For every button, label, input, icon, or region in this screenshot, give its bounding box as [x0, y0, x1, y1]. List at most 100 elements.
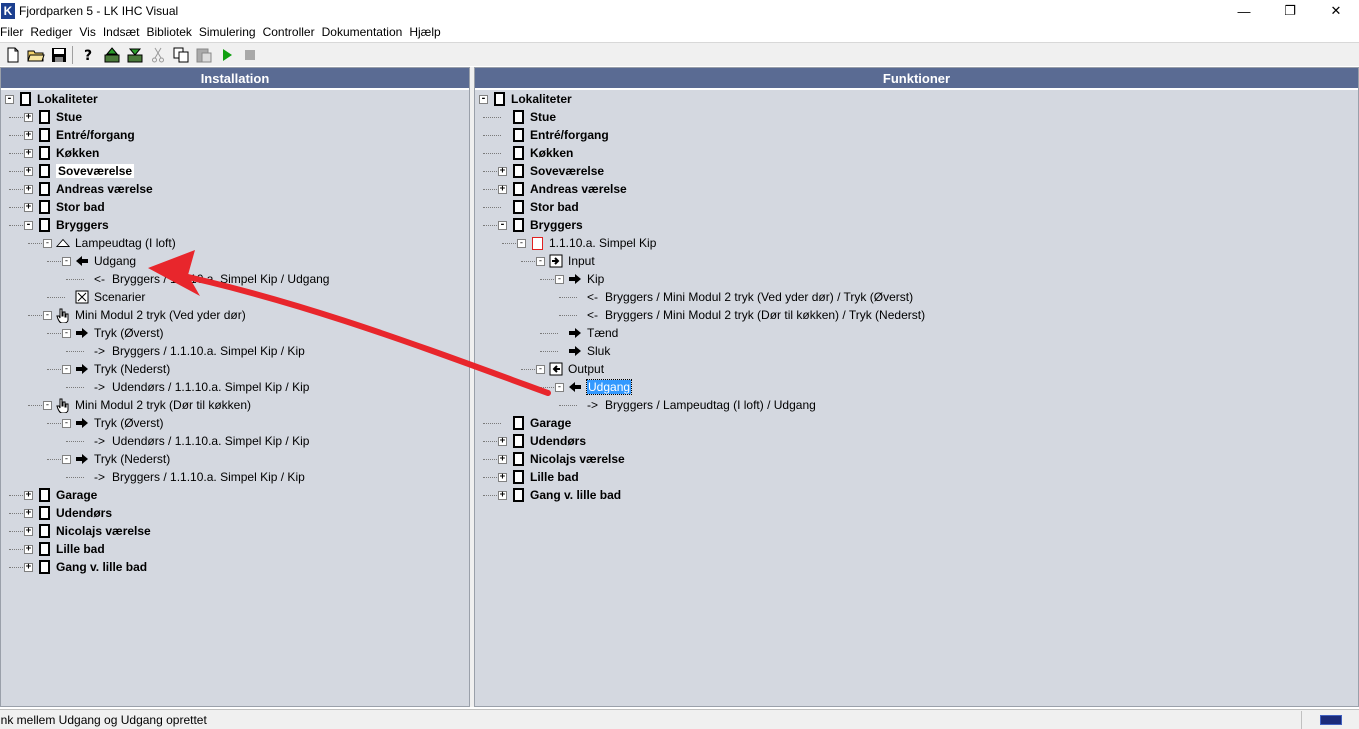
maximize-button[interactable]: ❐	[1267, 0, 1313, 22]
right_panel-tree-node-input[interactable]: - Input	[536, 252, 595, 270]
expand-icon[interactable]: +	[498, 184, 507, 194]
left_panel-tree-node-udend-rs[interactable]: + Udendørs	[24, 504, 112, 522]
collapse-icon[interactable]: -	[5, 94, 14, 104]
collapse-icon[interactable]: -	[62, 256, 71, 266]
collapse-icon[interactable]: -	[555, 274, 564, 284]
left_panel-tree-node-lille-bad[interactable]: + Lille bad	[24, 540, 105, 558]
open-folder-icon[interactable]	[26, 45, 46, 65]
expand-icon[interactable]: +	[24, 526, 33, 536]
menu-filer[interactable]: Filer	[0, 25, 30, 39]
left_panel-tree-node-gang-v-lille-bad[interactable]: + Gang v. lille bad	[24, 558, 147, 576]
collapse-icon[interactable]: -	[43, 238, 52, 248]
right_panel-tree-node-t-nd[interactable]: Tænd	[555, 324, 618, 342]
download-icon[interactable]	[125, 45, 145, 65]
right_panel-tree-node-kip[interactable]: - Kip	[555, 270, 604, 288]
left_panel-tree-node-stor-bad[interactable]: + Stor bad	[24, 198, 105, 216]
left_panel-tree-node-tryk-nederst[interactable]: - Tryk (Nederst)	[62, 450, 170, 468]
help-icon[interactable]: ?	[79, 45, 99, 65]
expand-icon[interactable]: +	[24, 202, 33, 212]
right_panel-tree-node-entr-forgang[interactable]: Entré/forgang	[498, 126, 609, 144]
menu-hjaelp[interactable]: Hjælp	[409, 25, 447, 39]
right_panel-tree-node-bryggers[interactable]: - Bryggers	[498, 216, 583, 234]
expand-icon[interactable]: +	[498, 472, 507, 482]
right_panel-tree-node-nicolajs-v-relse[interactable]: + Nicolajs værelse	[498, 450, 625, 468]
collapse-icon[interactable]: -	[43, 400, 52, 410]
copy-icon[interactable]	[171, 45, 191, 65]
expand-icon[interactable]: +	[24, 508, 33, 518]
left_panel-tree-node-udgang[interactable]: - Udgang	[62, 252, 136, 270]
left_panel-tree-node-bryggers-1-1-10-a-simpel-kip-kip[interactable]: -> Bryggers / 1.1.10.a. Simpel Kip / Kip	[81, 342, 305, 360]
menu-bibliotek[interactable]: Bibliotek	[147, 25, 199, 39]
right_panel-tree-node-stue[interactable]: Stue	[498, 108, 556, 126]
left_panel-tree-node-stue[interactable]: + Stue	[24, 108, 82, 126]
left_panel-tree-node-udend-rs-1-1-10-a-simpel-kip-kip[interactable]: -> Udendørs / 1.1.10.a. Simpel Kip / Kip	[81, 432, 309, 450]
left_panel-tree-node-udend-rs-1-1-10-a-simpel-kip-kip[interactable]: -> Udendørs / 1.1.10.a. Simpel Kip / Kip	[81, 378, 309, 396]
upload-icon[interactable]	[102, 45, 122, 65]
menu-controller[interactable]: Controller	[263, 25, 322, 39]
collapse-icon[interactable]: -	[517, 238, 526, 248]
menu-dokumentation[interactable]: Dokumentation	[322, 25, 410, 39]
right_panel-tree-node-lille-bad[interactable]: + Lille bad	[498, 468, 579, 486]
right_panel-tree-node-k-kken[interactable]: Køkken	[498, 144, 573, 162]
left_panel-tree-node-tryk-nederst[interactable]: - Tryk (Nederst)	[62, 360, 170, 378]
stop-simulation-icon[interactable]	[240, 45, 260, 65]
run-simulation-icon[interactable]	[217, 45, 237, 65]
right_panel-tree-node-stor-bad[interactable]: Stor bad	[498, 198, 579, 216]
collapse-icon[interactable]: -	[479, 94, 488, 104]
save-icon[interactable]	[49, 45, 69, 65]
expand-icon[interactable]: +	[24, 166, 33, 176]
expand-icon[interactable]: +	[24, 490, 33, 500]
right_panel-tree-node-udgang[interactable]: - Udgang	[555, 378, 633, 396]
cut-icon[interactable]	[148, 45, 168, 65]
left_panel-tree-node-tryk-verst[interactable]: - Tryk (Øverst)	[62, 414, 164, 432]
left_panel-tree-node-mini-modul-2-tryk-ved-yder-d-r[interactable]: - Mini Modul 2 tryk (Ved yder dør)	[43, 306, 246, 324]
expand-icon[interactable]: +	[24, 112, 33, 122]
close-button[interactable]: ✕	[1313, 0, 1359, 22]
collapse-icon[interactable]: -	[536, 256, 545, 266]
collapse-icon[interactable]: -	[62, 328, 71, 338]
collapse-icon[interactable]: -	[555, 382, 564, 392]
left_panel-tree-node-bryggers-1-1-10-a-simpel-kip-kip[interactable]: -> Bryggers / 1.1.10.a. Simpel Kip / Kip	[81, 468, 305, 486]
left_panel-tree-node-lokaliteter[interactable]: - Lokaliteter	[5, 90, 98, 108]
expand-icon[interactable]: +	[24, 184, 33, 194]
left_panel-tree-node-tryk-verst[interactable]: - Tryk (Øverst)	[62, 324, 164, 342]
collapse-icon[interactable]: -	[24, 220, 33, 230]
collapse-icon[interactable]: -	[62, 454, 71, 464]
right_panel-tree-node-output[interactable]: - Output	[536, 360, 604, 378]
right_panel-tree-node-garage[interactable]: Garage	[498, 414, 571, 432]
right_panel-tree-node-gang-v-lille-bad[interactable]: + Gang v. lille bad	[498, 486, 621, 504]
menu-simulering[interactable]: Simulering	[199, 25, 263, 39]
expand-icon[interactable]: +	[498, 166, 507, 176]
expand-icon[interactable]: +	[498, 454, 507, 464]
right_panel-tree-node-1-1-10-a-simpel-kip[interactable]: - 1.1.10.a. Simpel Kip	[517, 234, 656, 252]
left_panel-tree-node-entr-forgang[interactable]: + Entré/forgang	[24, 126, 135, 144]
collapse-icon[interactable]: -	[536, 364, 545, 374]
expand-icon[interactable]: +	[498, 490, 507, 500]
expand-icon[interactable]: +	[498, 436, 507, 446]
left_panel-tree-node-mini-modul-2-tryk-d-r-til-k-kken[interactable]: - Mini Modul 2 tryk (Dør til køkken)	[43, 396, 251, 414]
collapse-icon[interactable]: -	[498, 220, 507, 230]
left_panel-tree-node-sovev-relse[interactable]: + Soveværelse	[24, 162, 135, 180]
new-file-icon[interactable]	[3, 45, 23, 65]
menu-rediger[interactable]: Rediger	[30, 25, 79, 39]
right_panel-tree-node-andreas-v-relse[interactable]: + Andreas værelse	[498, 180, 627, 198]
left_panel-tree-node-bryggers[interactable]: - Bryggers	[24, 216, 109, 234]
menu-indsaet[interactable]: Indsæt	[103, 25, 147, 39]
expand-icon[interactable]: +	[24, 544, 33, 554]
left_panel-tree-node-lampeudtag-i-loft[interactable]: - Lampeudtag (I loft)	[43, 234, 176, 252]
minimize-button[interactable]: —	[1221, 0, 1267, 22]
left_panel-tree-node-k-kken[interactable]: + Køkken	[24, 144, 99, 162]
right_panel-tree-node-lokaliteter[interactable]: - Lokaliteter	[479, 90, 572, 108]
right_panel-tree-node-bryggers-mini-modul-2-tryk-d-r-til-k-kken-tryk-nederst[interactable]: <- Bryggers / Mini Modul 2 tryk (Dør til …	[574, 306, 925, 324]
right_panel-tree-node-udend-rs[interactable]: + Udendørs	[498, 432, 586, 450]
right_panel-tree-node-sluk[interactable]: Sluk	[555, 342, 610, 360]
menu-vis[interactable]: Vis	[79, 25, 102, 39]
right_panel-tree-node-bryggers-mini-modul-2-tryk-ved-yder-d-r-tryk-verst[interactable]: <- Bryggers / Mini Modul 2 tryk (Ved yder…	[574, 288, 913, 306]
paste-icon[interactable]	[194, 45, 214, 65]
right_panel-tree-node-sovev-relse[interactable]: + Soveværelse	[498, 162, 604, 180]
left_panel-tree-node-andreas-v-relse[interactable]: + Andreas værelse	[24, 180, 153, 198]
expand-icon[interactable]: +	[24, 562, 33, 572]
left_panel-tree-node-scenarier[interactable]: Scenarier	[62, 288, 145, 306]
expand-icon[interactable]: +	[24, 148, 33, 158]
left_panel-tree-node-garage[interactable]: + Garage	[24, 486, 97, 504]
